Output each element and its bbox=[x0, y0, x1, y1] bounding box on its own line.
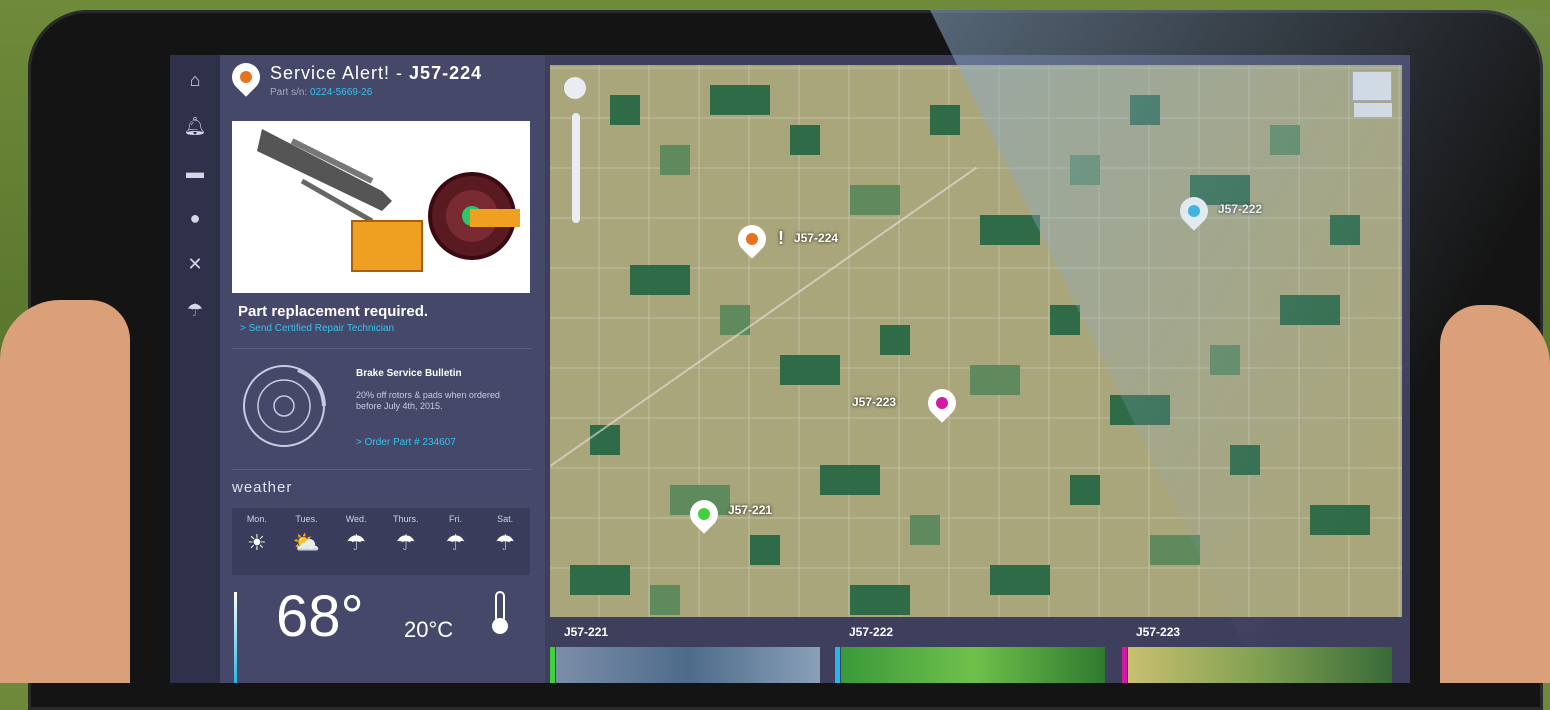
alert-title-id: J57-224 bbox=[409, 63, 483, 83]
thermometer-icon bbox=[490, 590, 510, 636]
thumbnail-image bbox=[1128, 647, 1392, 683]
thumbnail-image bbox=[556, 647, 820, 683]
marker-label: J57-224 bbox=[794, 231, 839, 245]
divider bbox=[232, 348, 532, 349]
weather-heading: weather bbox=[232, 479, 293, 496]
weather-forecast: Mon. ☀ Tues. ⛅ Wed. ☂ Thurs. ☂ Fri. ☂ Sa… bbox=[232, 508, 530, 575]
temperature-bar bbox=[234, 592, 237, 683]
day-name: Mon. bbox=[246, 514, 267, 524]
unit-thumbnails: J57-221 J57-222 J57-223 bbox=[550, 617, 1402, 683]
day-name: Thurs. bbox=[393, 514, 419, 524]
brake-disc-illustration bbox=[238, 360, 330, 452]
alert-pin-icon bbox=[226, 57, 266, 97]
thumbnail-j57-223[interactable]: J57-223 bbox=[1122, 617, 1392, 683]
alert-title-prefix: Service Alert! - bbox=[270, 63, 410, 83]
forecast-day: Tues. ⛅ bbox=[284, 514, 328, 575]
alert-panel: Service Alert! - J57-224 Part s/n: 0224-… bbox=[220, 55, 545, 683]
send-technician-link[interactable]: > Send Certified Repair Technician bbox=[240, 323, 394, 334]
thumbnail-label: J57-223 bbox=[1136, 625, 1181, 639]
replacement-notice: Part replacement required. bbox=[238, 303, 429, 320]
part-serial-label: Part s/n: bbox=[270, 87, 308, 98]
alert-header: Service Alert! - J57-224 Part s/n: 0224-… bbox=[226, 57, 482, 98]
marker-label: J57-223 bbox=[852, 395, 897, 409]
bulletin-text: 20% off rotors & pads when ordered befor… bbox=[356, 390, 500, 411]
map-marker-magenta[interactable] bbox=[922, 383, 962, 423]
day-name: Fri. bbox=[448, 514, 462, 524]
order-part-link[interactable]: > Order Part # 234607 bbox=[356, 437, 456, 448]
app-screen: ⌂ 🔔︎ ▬ ● ✕ ☂ Service Alert! - J57-224 Pa… bbox=[170, 55, 1410, 683]
home-icon[interactable]: ⌂ bbox=[180, 67, 210, 93]
temperature-fahrenheit: 68° bbox=[276, 584, 364, 649]
globe-icon[interactable]: ● bbox=[180, 205, 210, 231]
rain-icon: ☂ bbox=[346, 530, 366, 555]
tools-icon[interactable]: ✕ bbox=[180, 251, 210, 277]
zoom-slider[interactable] bbox=[572, 113, 580, 223]
left-hand bbox=[0, 300, 130, 683]
alert-title: Service Alert! - J57-224 bbox=[270, 63, 482, 84]
day-name: Tues. bbox=[295, 514, 318, 524]
umbrella-icon[interactable]: ☂ bbox=[180, 297, 210, 323]
satellite-map[interactable]: ! J57-224 J57-222 J57-223 J57-221 bbox=[550, 65, 1402, 617]
divider bbox=[232, 469, 532, 470]
thumbnail-j57-221[interactable]: J57-221 bbox=[550, 617, 820, 683]
rain-icon: ☂ bbox=[495, 530, 515, 555]
forecast-day: Wed. ☂ bbox=[334, 514, 378, 575]
bell-icon[interactable]: 🔔︎ bbox=[180, 113, 210, 139]
marker-label: J57-222 bbox=[1218, 202, 1263, 216]
calendar-icon[interactable]: ▬ bbox=[180, 159, 210, 185]
thumbnail-label: J57-222 bbox=[849, 625, 894, 639]
map-marker-orange[interactable] bbox=[732, 219, 772, 259]
forecast-day: Fri. ☂ bbox=[433, 514, 477, 575]
thumbnail-color-bar bbox=[835, 647, 840, 683]
forecast-day: Mon. ☀ bbox=[235, 514, 279, 575]
brake-assembly-image bbox=[232, 121, 530, 293]
thumbnail-image bbox=[841, 647, 1105, 683]
nav-rail: ⌂ 🔔︎ ▬ ● ✕ ☂ bbox=[170, 55, 220, 683]
partly-cloudy-icon: ⛅ bbox=[292, 530, 321, 555]
forecast-day: Thurs. ☂ bbox=[384, 514, 428, 575]
sun-icon: ☀ bbox=[246, 530, 267, 555]
thumbnail-color-bar bbox=[550, 647, 555, 683]
rain-icon: ☂ bbox=[395, 530, 416, 555]
map-layer-button[interactable] bbox=[1354, 103, 1392, 117]
day-name: Sat. bbox=[497, 514, 514, 524]
temperature-celsius: 20°C bbox=[404, 617, 454, 642]
day-name: Wed. bbox=[345, 514, 367, 524]
map-locate-button[interactable] bbox=[564, 77, 586, 99]
thumbnail-color-bar bbox=[1122, 647, 1127, 683]
bulletin-title: Brake Service Bulletin bbox=[356, 368, 462, 379]
thumbnail-j57-222[interactable]: J57-222 bbox=[835, 617, 1105, 683]
part-serial: Part s/n: 0224-5669-26 bbox=[270, 87, 482, 98]
thumbnail-label: J57-221 bbox=[564, 625, 609, 639]
alert-exclamation: ! bbox=[778, 228, 784, 248]
forecast-day: Sat. ☂ bbox=[483, 514, 527, 575]
part-serial-value: 0224-5669-26 bbox=[310, 87, 373, 98]
marker-label: J57-221 bbox=[728, 503, 773, 517]
rain-icon: ☂ bbox=[445, 530, 466, 555]
right-hand bbox=[1440, 305, 1550, 683]
minimap-button[interactable] bbox=[1352, 71, 1392, 101]
